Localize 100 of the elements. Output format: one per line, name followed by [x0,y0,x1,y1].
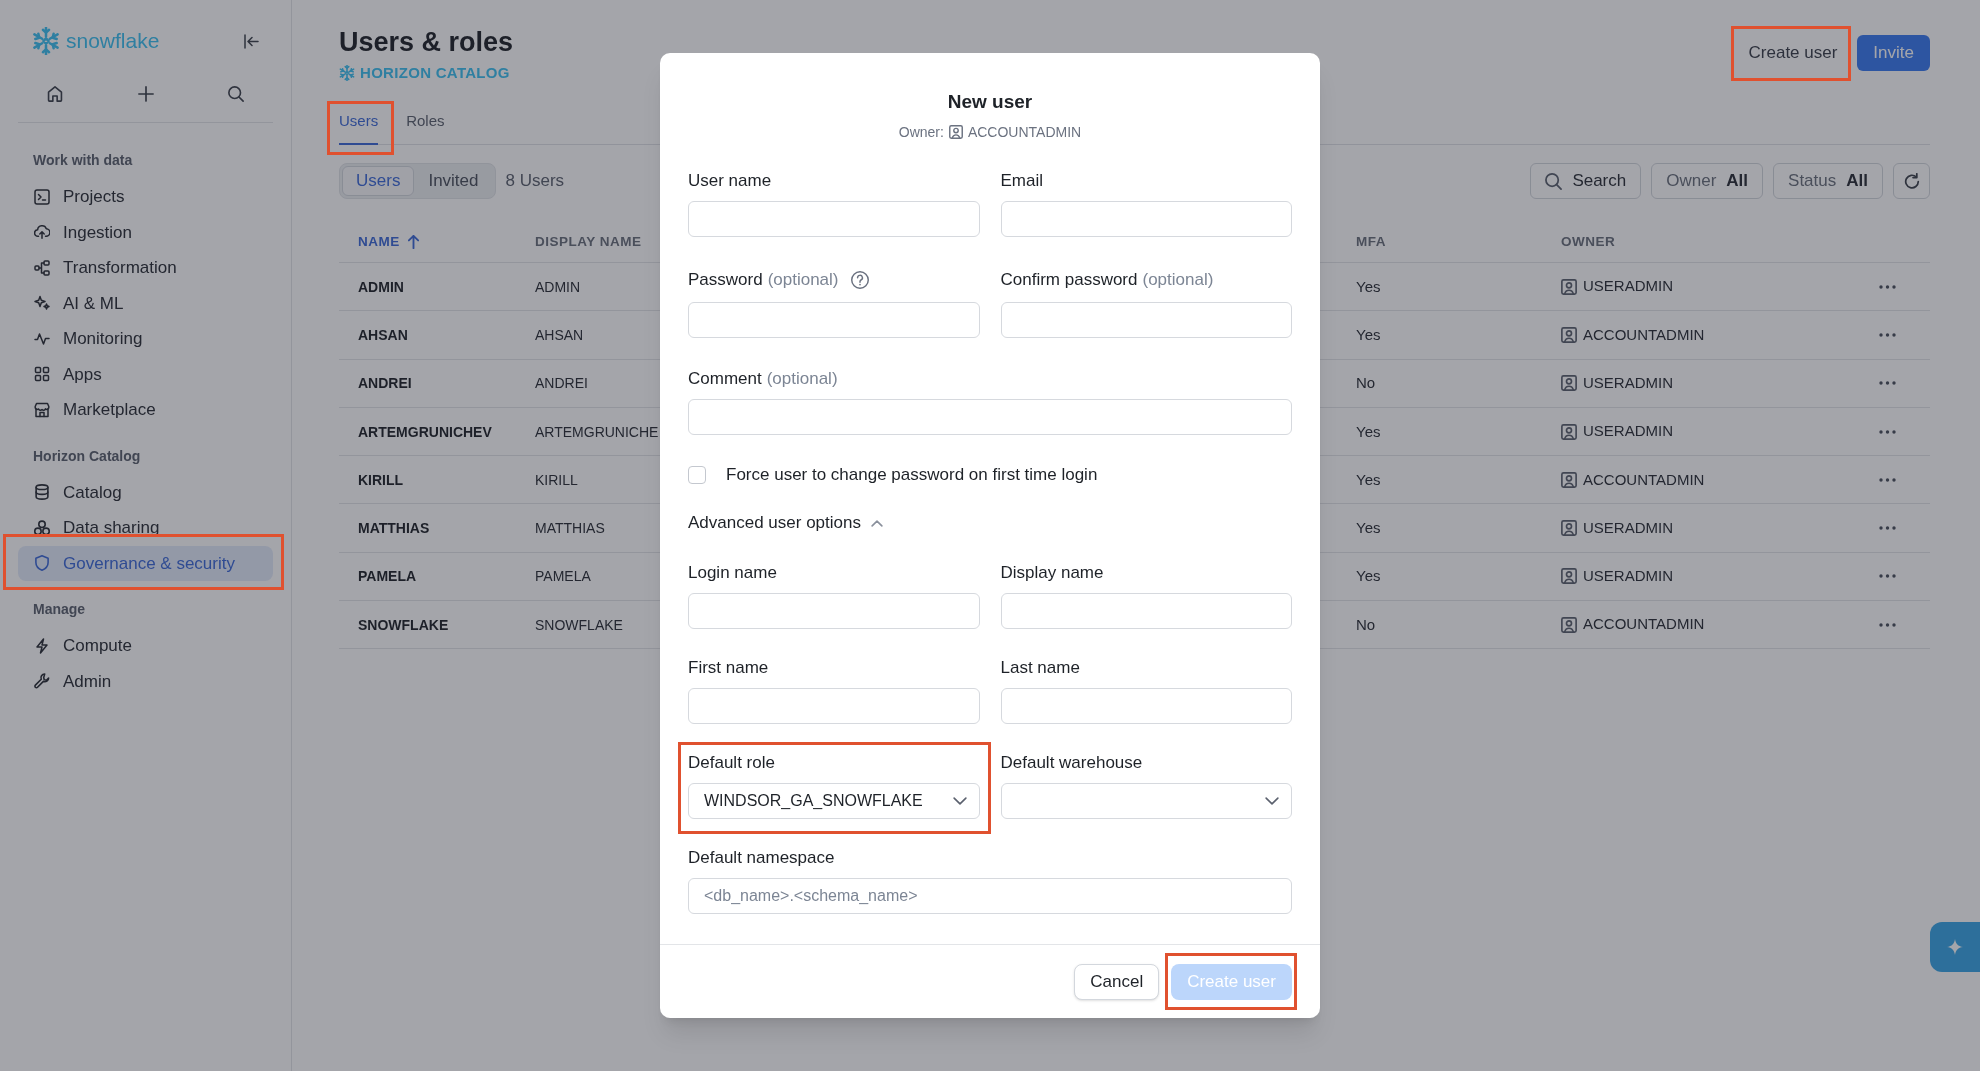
search-icon[interactable] [228,86,244,102]
more-icon[interactable] [1878,574,1896,579]
checkbox[interactable] [688,466,706,484]
sidebar-item[interactable]: Catalog [18,474,273,510]
table-cell: KIRILL [535,471,578,488]
column-header[interactable]: NAME [358,231,419,252]
filter-button[interactable]: Status All [1773,163,1883,199]
sidebar-item[interactable]: Transformation [18,250,273,286]
tab[interactable]: Roles [406,109,445,145]
more-icon[interactable] [1878,429,1896,434]
table-cell-text: USERADMIN [1583,517,1673,538]
sparkle-icon [1947,939,1963,955]
storefront-icon [34,401,50,418]
table-cell-text: USERADMIN [1583,276,1673,297]
more-icon[interactable] [1878,332,1896,337]
home-icon[interactable] [47,86,63,102]
disclosure-toggle[interactable]: Advanced user options [688,513,883,533]
table-cell: No [1356,615,1376,633]
table-cell: Yes [1356,277,1381,295]
table-cell: PAMELA [535,568,591,585]
segment-tab[interactable]: Users [342,166,415,196]
user-square-icon [1561,326,1577,343]
bolt-icon [34,637,50,654]
text-field[interactable] [1000,201,1292,237]
sidebar-item[interactable]: Monitoring [18,321,273,357]
field-label: Default warehouse [1000,752,1143,774]
text-field[interactable] [1000,593,1292,629]
text-field[interactable] [688,399,1292,435]
table-cell: Yes [1356,567,1381,585]
refresh-icon [1903,173,1920,189]
dialog-title: New user [947,90,1033,114]
field-label: Default namespace [688,847,835,869]
text-field[interactable]: <db_name>.<schema_name> [688,878,1292,914]
help-icon[interactable] [850,271,869,289]
table-cell: ADMIN [535,278,581,295]
table-cell: AHSAN [535,326,584,343]
left-arrow-bar-icon[interactable] [244,33,259,49]
table-cell: SNOWFLAKE [358,616,449,633]
table-cell: ANDREI [358,375,412,392]
sidebar-item[interactable]: Compute [18,628,273,664]
tab[interactable]: Users [339,109,379,145]
user-square-icon [1561,520,1577,537]
grid-icon [34,366,50,383]
section-label: Manage [33,600,86,619]
more-icon[interactable] [1878,622,1896,627]
optional-note: (optional) [1142,269,1214,291]
text-field[interactable] [688,593,980,629]
segment-tab[interactable]: Invited [414,166,493,196]
column-header[interactable]: OWNER [1561,231,1616,252]
sidebar-item[interactable]: Data sharing [18,510,273,546]
plus-icon[interactable] [137,86,154,102]
wrench-icon [34,673,50,690]
table-cell: ARTEMGRUNICHEV [358,423,492,440]
sparkles-icon [34,295,50,312]
text-field[interactable] [1000,302,1292,338]
sidebar-item[interactable]: Marketplace [18,392,273,428]
field-label: Email [1000,170,1043,192]
user-square-icon [1561,471,1577,488]
cloud-upload-icon [34,224,50,241]
database-icon [34,484,50,501]
search-button[interactable]: Search [1530,163,1642,199]
table-cell: KIRILL [358,471,404,488]
table-cell: AHSAN [358,326,408,343]
circles-icon [34,519,50,536]
table-cell: ADMIN [358,278,404,295]
secondary-button[interactable]: Cancel [1074,964,1160,1000]
optional-note: (optional) [766,368,838,390]
optional-note: (optional) [767,269,839,291]
table-cell: ANDREI [535,375,588,392]
more-icon[interactable] [1878,477,1896,482]
table-cell-text: USERADMIN [1583,421,1673,442]
dropdown[interactable]: WINDSOR_GA_SNOWFLAKE [688,783,980,819]
more-icon[interactable] [1878,284,1896,289]
text-field[interactable] [688,302,980,338]
owner-name: ACCOUNTADMIN [967,123,1082,141]
text-field[interactable] [688,201,980,237]
more-icon[interactable] [1878,526,1896,531]
sidebar-item[interactable]: AI & ML [18,285,273,321]
filter-button[interactable]: Owner All [1651,163,1764,199]
user-count: 8 Users [505,170,565,193]
text-field[interactable] [688,688,980,724]
text-button[interactable]: Create user [1736,35,1850,71]
refresh-button[interactable] [1893,163,1930,199]
more-icon[interactable] [1878,381,1896,386]
sidebar-item[interactable]: Projects [18,179,273,215]
table-cell: MATTHIAS [358,520,430,537]
chevron-down-icon [952,797,967,805]
field-label: Default role [688,752,775,774]
column-header[interactable]: MFA [1356,231,1386,252]
sidebar-item[interactable]: Ingestion [18,214,273,250]
text-field[interactable] [1000,688,1292,724]
table-cell: No [1356,374,1376,392]
owner-label: Owner: [898,123,944,141]
user-square-icon [948,125,963,139]
sidebar-item[interactable]: Apps [18,356,273,392]
field-label: Login name [688,562,777,584]
sidebar-item[interactable]: Admin [18,663,273,699]
column-header[interactable]: DISPLAY NAME [535,231,642,252]
logo-text: snowflake [66,28,160,54]
field-label: Password [688,269,763,291]
